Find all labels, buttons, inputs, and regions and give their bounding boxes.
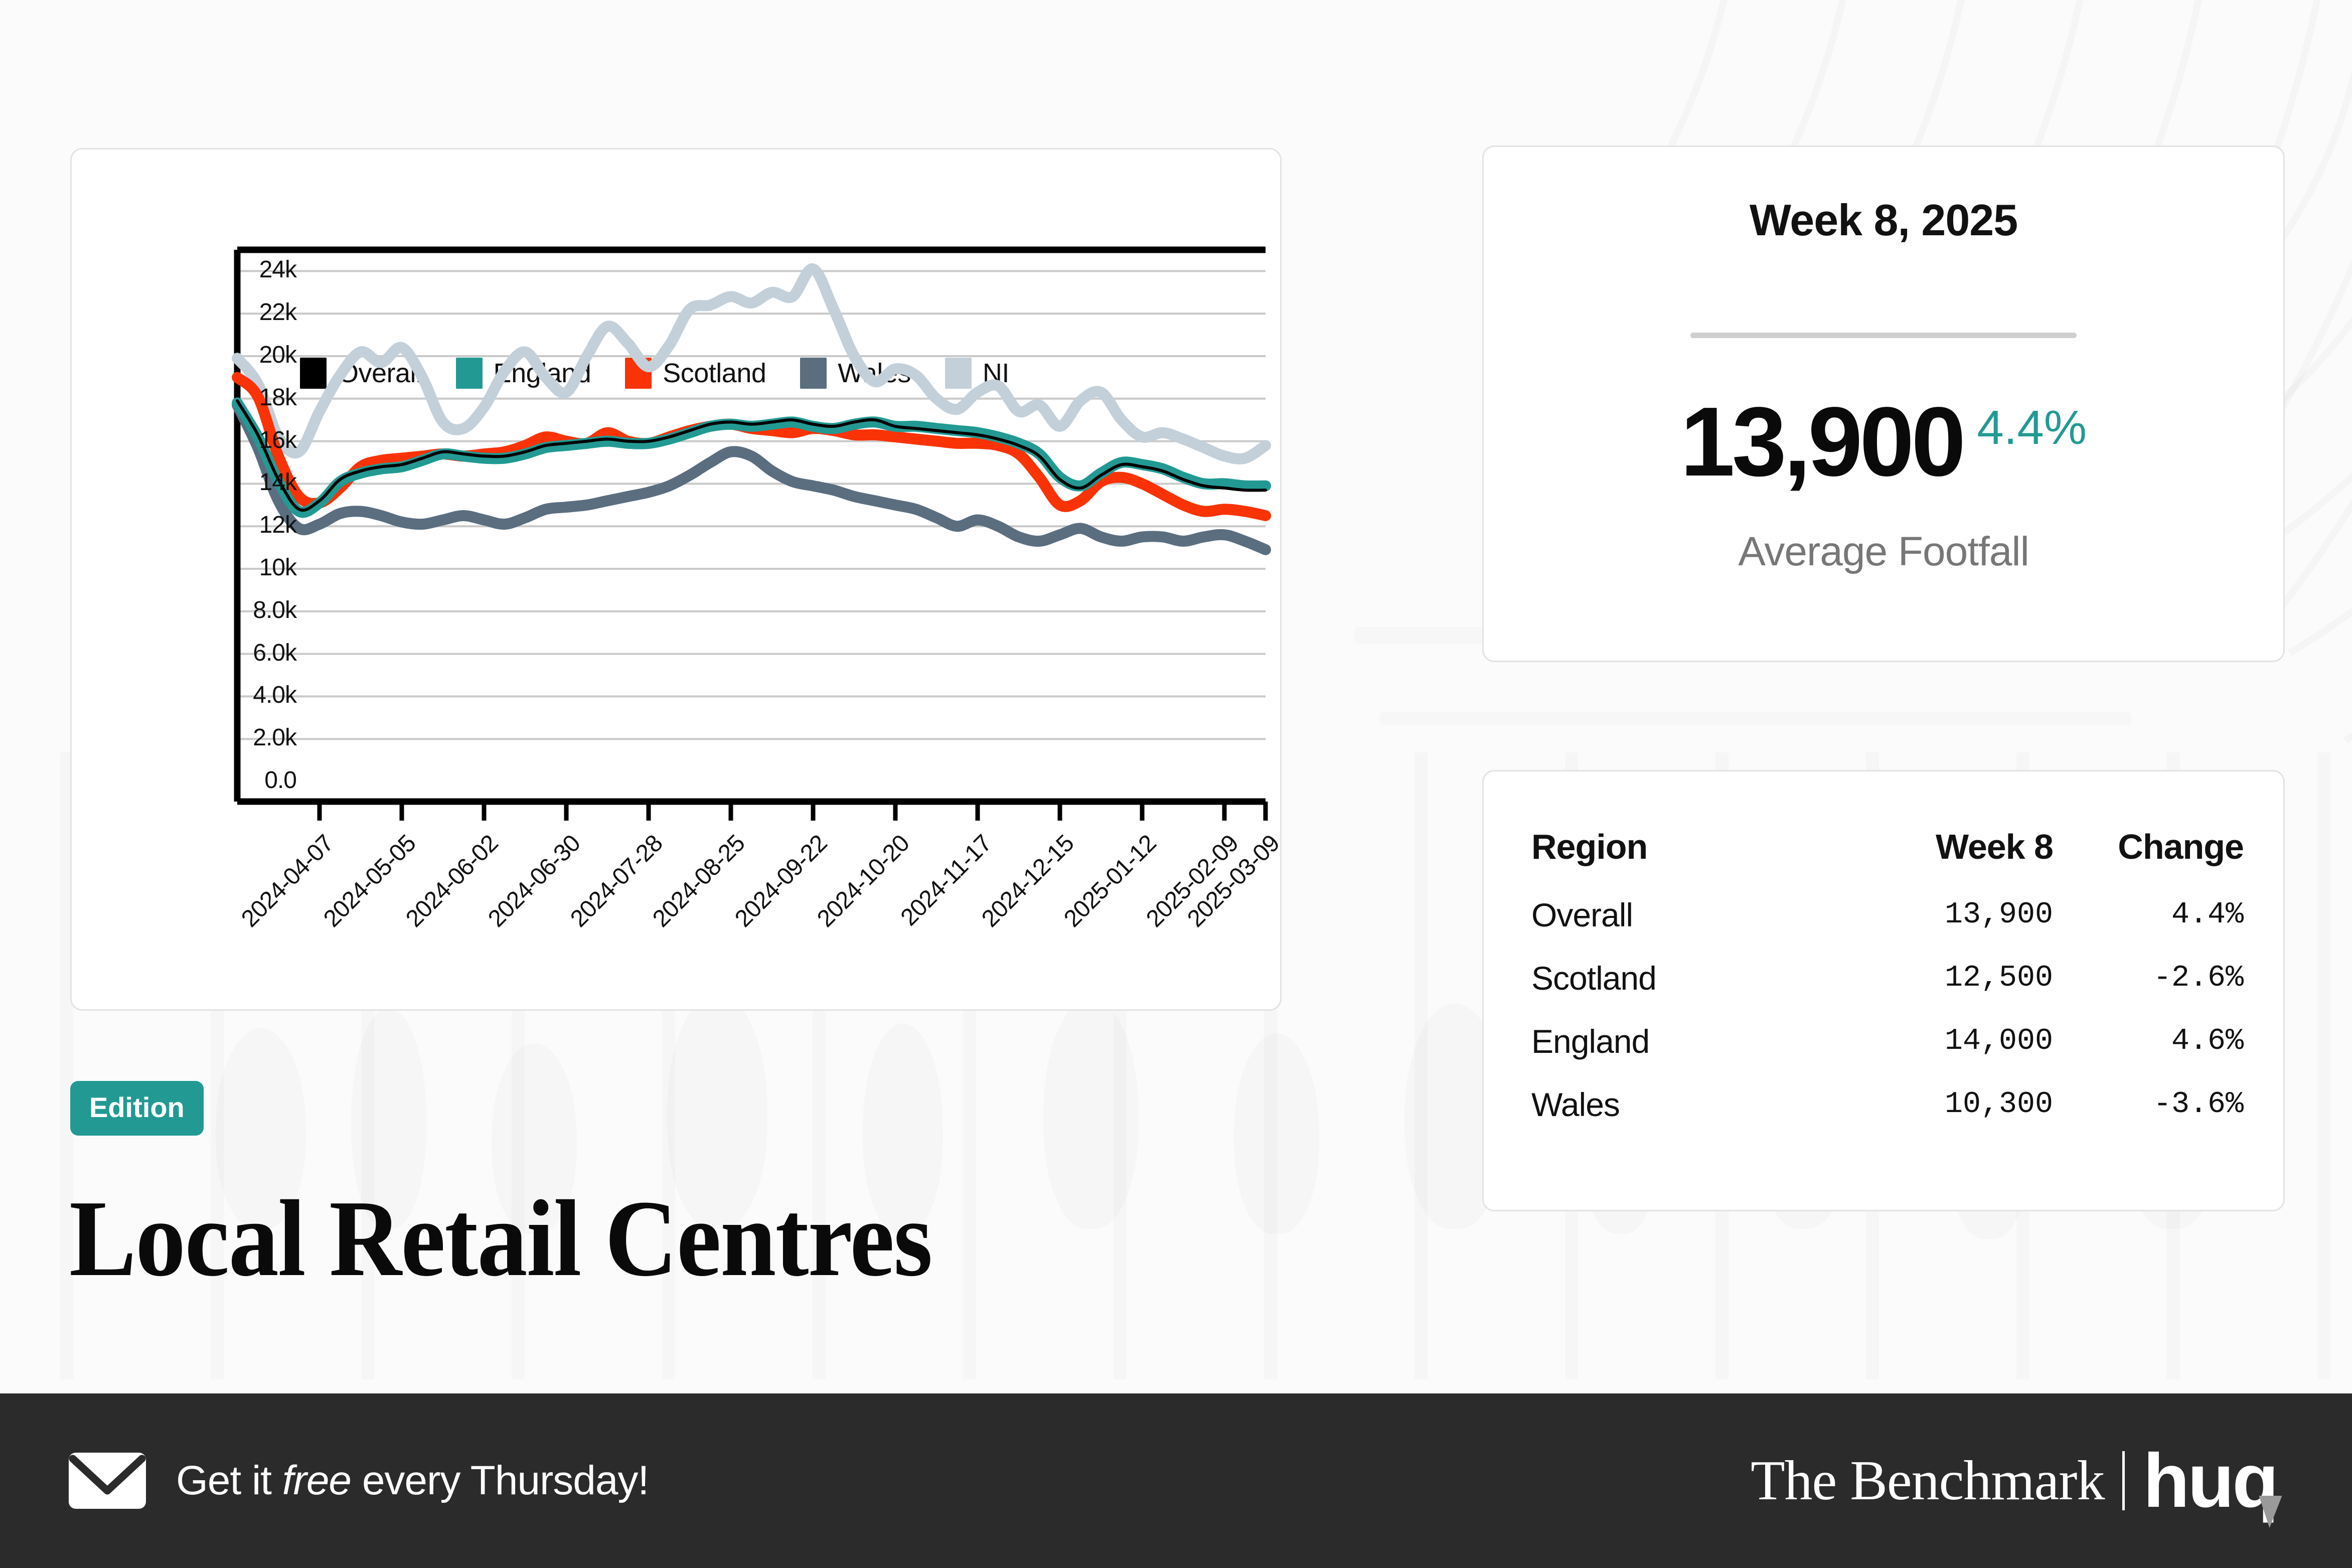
page-title: Local Retail Centres <box>69 1178 932 1299</box>
brand-separator <box>2122 1451 2125 1510</box>
chart-ytick-label: 8.0k <box>253 596 297 623</box>
kpi-change-badge: 4.4% <box>1977 401 2087 454</box>
region-table: Region Week 8 Change Overall 13,900 4.4% Sc… <box>1531 827 2244 1149</box>
chart-card: Overall England Scotland Wales NI 24k 22k 20k 1… <box>70 148 1285 1011</box>
table-header-region: Region <box>1531 827 1648 866</box>
table-cell-week8: 12,500 <box>1944 961 2053 995</box>
huq-tail-icon <box>2254 1496 2282 1528</box>
kpi-week-title: Week 8, 2025 <box>1749 195 2018 245</box>
chart-ytick-label: 20k <box>259 342 297 368</box>
kpi-card: Week 8, 2025 13,900 4.4% Average Footfal… <box>1482 145 2285 662</box>
kpi-value-row: 13,900 4.4% <box>1484 393 2283 491</box>
kpi-divider <box>1690 333 2077 338</box>
footer-cta[interactable]: Get it free every Thursday! <box>68 1452 649 1510</box>
footer-cta-emphasis: free <box>282 1458 352 1503</box>
chart-ytick-label: 18k <box>259 384 297 411</box>
edition-badge: Edition <box>70 1081 204 1136</box>
table-cell-region: Scotland <box>1531 960 1657 997</box>
chart-ytick-label: 2.0k <box>253 724 297 751</box>
chart-ytick-label: 14k <box>259 469 297 496</box>
envelope-icon <box>69 1453 146 1509</box>
table-cell-change: -2.6% <box>2153 961 2244 995</box>
footer-cta-prefix: Get it <box>176 1458 282 1503</box>
table-cell-change: 4.6% <box>2171 1024 2244 1058</box>
chart-ytick-label: 0.0 <box>264 767 297 794</box>
table-cell-week8: 10,300 <box>1944 1087 2053 1122</box>
table-header-change: Change <box>2118 827 2244 866</box>
chart-ytick-label: 12k <box>259 512 297 539</box>
infographic-page: Overall England Scotland Wales NI 24k 22k 20k 1… <box>0 0 2352 1568</box>
table-row: Scotland 12,500 -2.6% <box>1531 959 2244 1022</box>
table-cell-change: -3.6% <box>2153 1087 2244 1122</box>
chart-ytick-label: 24k <box>259 256 297 283</box>
region-table-card: Region Week 8 Change Overall 13,900 4.4% Sc… <box>1482 770 2285 1211</box>
chart-ytick-label: 22k <box>259 299 297 326</box>
table-cell-change: 4.4% <box>2171 898 2244 932</box>
footer-cta-suffix: every Thursday! <box>351 1458 649 1503</box>
brand-the-benchmark: The Benchmark <box>1751 1449 2105 1512</box>
footer-cta-text: Get it free every Thursday! <box>176 1457 649 1504</box>
kpi-footfall-value: 13,900 <box>1680 387 1966 497</box>
footer-branding: The Benchmark huq <box>1751 1443 2282 1528</box>
table-body: Overall 13,900 4.4% Scotland 12,500 -2.6% Engl… <box>1531 896 2244 1149</box>
table-row: Wales 10,300 -3.6% <box>1531 1085 2244 1149</box>
kpi-caption: Average Footfall <box>1738 529 2029 574</box>
chart-ytick-label: 6.0k <box>253 639 297 666</box>
table-cell-week8: 13,900 <box>1944 898 2053 932</box>
table-row: Overall 13,900 4.4% <box>1531 896 2244 959</box>
table-cell-region: Wales <box>1531 1086 1620 1123</box>
footer-bar: Get it free every Thursday! The Benchmar… <box>0 1393 2352 1568</box>
table-cell-region: Overall <box>1531 896 1633 933</box>
chart-plot-area: 24k 22k 20k 18k 16k 14k 12k 10k 8.0k 6.0k 4.0k 2.0k… <box>72 149 1353 1160</box>
table-cell-region: England <box>1531 1023 1650 1060</box>
table-row: England 14,000 4.6% <box>1531 1022 2244 1085</box>
table-header-row: Region Week 8 Change <box>1531 827 2244 896</box>
table-cell-week8: 14,000 <box>1944 1024 2053 1058</box>
table-header-week: Week 8 <box>1936 827 2054 866</box>
chart-ytick-label: 10k <box>259 554 297 581</box>
chart-ytick-label: 16k <box>259 426 297 453</box>
chart-ytick-label: 4.0k <box>253 682 297 709</box>
brand-huq-wrapper: huq <box>2143 1443 2282 1528</box>
footfall-line-chart: Overall England Scotland Wales NI 24k 22k 20k 1… <box>72 149 1285 1009</box>
